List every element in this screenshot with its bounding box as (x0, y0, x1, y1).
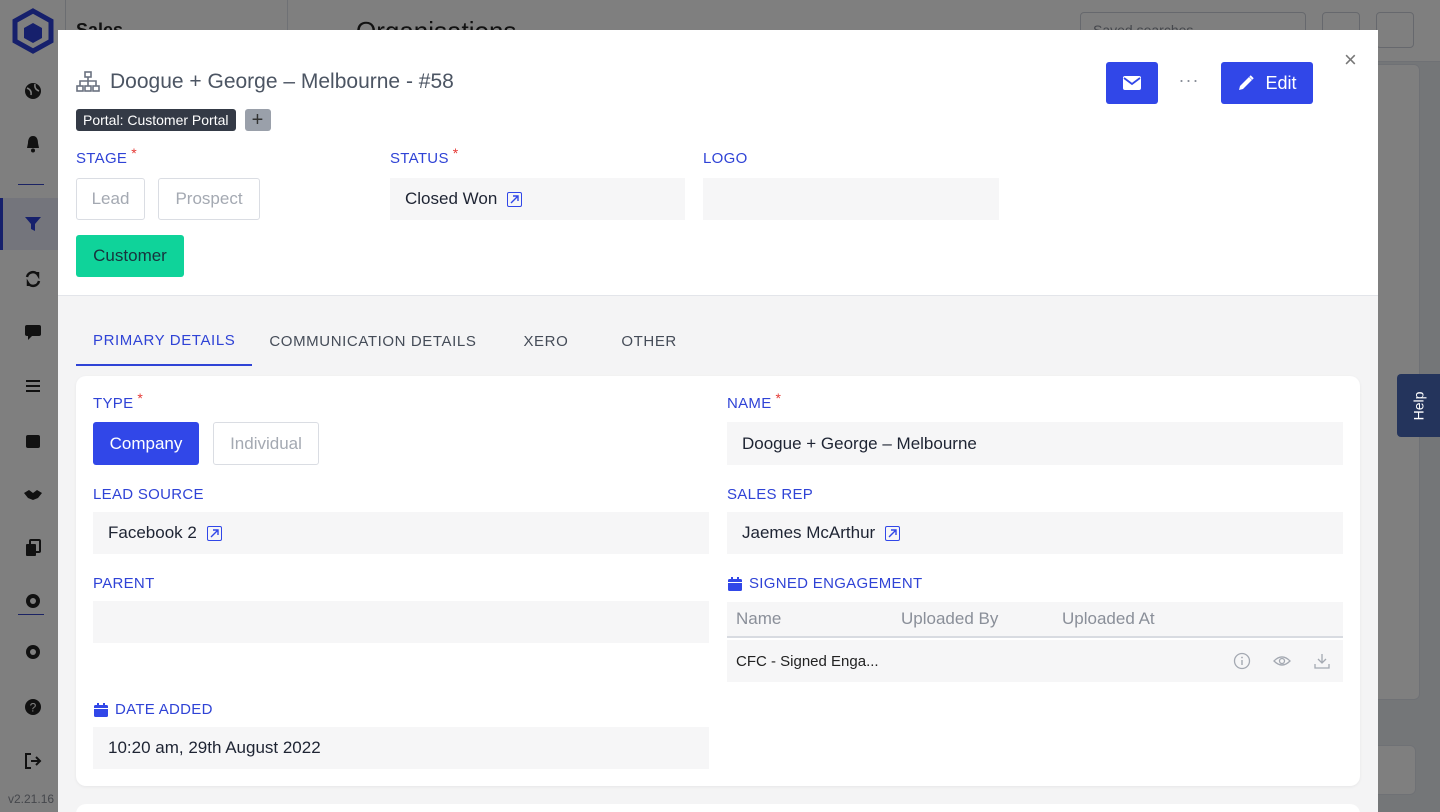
download-icon[interactable] (1313, 652, 1331, 670)
edit-label: Edit (1265, 72, 1297, 93)
external-link-icon[interactable] (507, 191, 523, 207)
required-marker: * (131, 144, 137, 161)
tab-primary-details[interactable]: PRIMARY DETAILS (76, 316, 253, 366)
detail-tabs: PRIMARY DETAILS COMMUNICATION DETAILS XE… (76, 316, 694, 366)
external-link-icon[interactable] (885, 525, 901, 541)
type-label-text: TYPE (93, 395, 134, 412)
parent-label: PARENT (93, 575, 155, 592)
date-added-value: 10:20 am, 29th August 2022 (108, 738, 321, 757)
primary-details-card: TYPE * Company Individual NAME * Doogue + … (76, 376, 1360, 786)
required-marker: * (775, 389, 782, 406)
sales-rep-label-text: SALES REP (727, 486, 814, 503)
modal-header: × Doogue + George – Melbourne - #58 Port… (58, 30, 1378, 296)
external-link-icon[interactable] (206, 525, 222, 541)
logo-label-text: LOGO (703, 150, 748, 167)
portal-tag[interactable]: Portal: Customer Portal (76, 109, 236, 131)
required-marker: * (452, 144, 459, 161)
type-label: TYPE * (93, 390, 143, 413)
sales-rep-value: Jaemes McArthur (742, 523, 876, 542)
table-row: CFC - Signed Enga... (727, 640, 1343, 682)
tab-other[interactable]: OTHER (597, 316, 694, 366)
status-value: Closed Won (405, 189, 498, 208)
signed-engagement-label-text: SIGNED ENGAGEMENT (749, 575, 923, 592)
required-marker: * (137, 389, 144, 406)
type-option-individual[interactable]: Individual (213, 422, 319, 465)
tab-xero[interactable]: XERO (493, 316, 597, 366)
edit-button[interactable]: Edit (1221, 62, 1313, 104)
org-hierarchy-icon (76, 71, 100, 92)
stage-label: STAGE * (76, 145, 137, 168)
stage-option-lead[interactable]: Lead (76, 178, 145, 220)
email-button[interactable] (1106, 62, 1158, 104)
name-label: NAME * (727, 390, 781, 413)
stage-option-prospect[interactable]: Prospect (158, 178, 260, 220)
status-field[interactable]: Closed Won (390, 178, 685, 220)
tab-communication-details[interactable]: COMMUNICATION DETAILS (252, 316, 493, 366)
modal-title: Doogue + George – Melbourne - #58 (110, 70, 454, 93)
name-value: Doogue + George – Melbourne (742, 433, 977, 453)
name-field[interactable]: Doogue + George – Melbourne (727, 422, 1343, 465)
signed-engagement-table: Name Uploaded By Uploaded At CFC - Signe… (727, 602, 1343, 682)
type-option-company[interactable]: Company (93, 422, 199, 465)
help-label: Help (1410, 391, 1427, 420)
stage-option-customer[interactable]: Customer (76, 235, 184, 277)
calendar-icon (94, 702, 108, 717)
name-label-text: NAME (727, 395, 772, 412)
status-label: STATUS * (390, 145, 459, 168)
calendar-icon (728, 576, 742, 591)
date-added-label-text: DATE ADDED (115, 701, 213, 718)
signed-engagement-label: SIGNED ENGAGEMENT (727, 575, 922, 592)
lead-source-value: Facebook 2 (108, 523, 197, 542)
tag-list: Portal: Customer Portal + (76, 109, 271, 131)
add-tag-button[interactable]: + (244, 109, 271, 131)
table-header: Name Uploaded By Uploaded At (727, 602, 1343, 638)
parent-label-text: PARENT (93, 575, 155, 592)
logo-field[interactable] (703, 178, 999, 220)
lead-source-label: LEAD SOURCE (93, 486, 204, 503)
organisation-modal: × Doogue + George – Melbourne - #58 Port… (58, 30, 1378, 812)
modal-title-row: Doogue + George – Melbourne - #58 (76, 70, 454, 94)
logo-label: LOGO (703, 150, 748, 167)
lead-source-field[interactable]: Facebook 2 (93, 512, 709, 554)
column-header-name[interactable]: Name (727, 609, 901, 629)
lead-source-label-text: LEAD SOURCE (93, 486, 204, 503)
close-button[interactable]: × (1344, 48, 1357, 72)
row-actions (1233, 652, 1331, 670)
date-added-label: DATE ADDED (93, 701, 213, 718)
sales-rep-label: SALES REP (727, 486, 813, 503)
pencil-icon (1239, 75, 1255, 90)
row-file-name[interactable]: CFC - Signed Enga... (727, 653, 901, 670)
date-added-field: 10:20 am, 29th August 2022 (93, 727, 709, 769)
parent-field[interactable] (93, 601, 709, 643)
info-icon[interactable] (1233, 652, 1251, 670)
stage-label-text: STAGE (76, 150, 128, 167)
eye-icon[interactable] (1273, 652, 1291, 670)
sales-rep-field[interactable]: Jaemes McArthur (727, 512, 1343, 554)
column-header-uploaded-by[interactable]: Uploaded By (901, 609, 1062, 629)
help-tab[interactable]: Help (1397, 374, 1440, 437)
secondary-card (76, 804, 1360, 812)
status-label-text: STATUS (390, 150, 449, 167)
column-header-uploaded-at[interactable]: Uploaded At (1062, 609, 1155, 629)
envelope-icon (1123, 76, 1141, 90)
more-options-button[interactable]: ··· (1172, 70, 1206, 94)
